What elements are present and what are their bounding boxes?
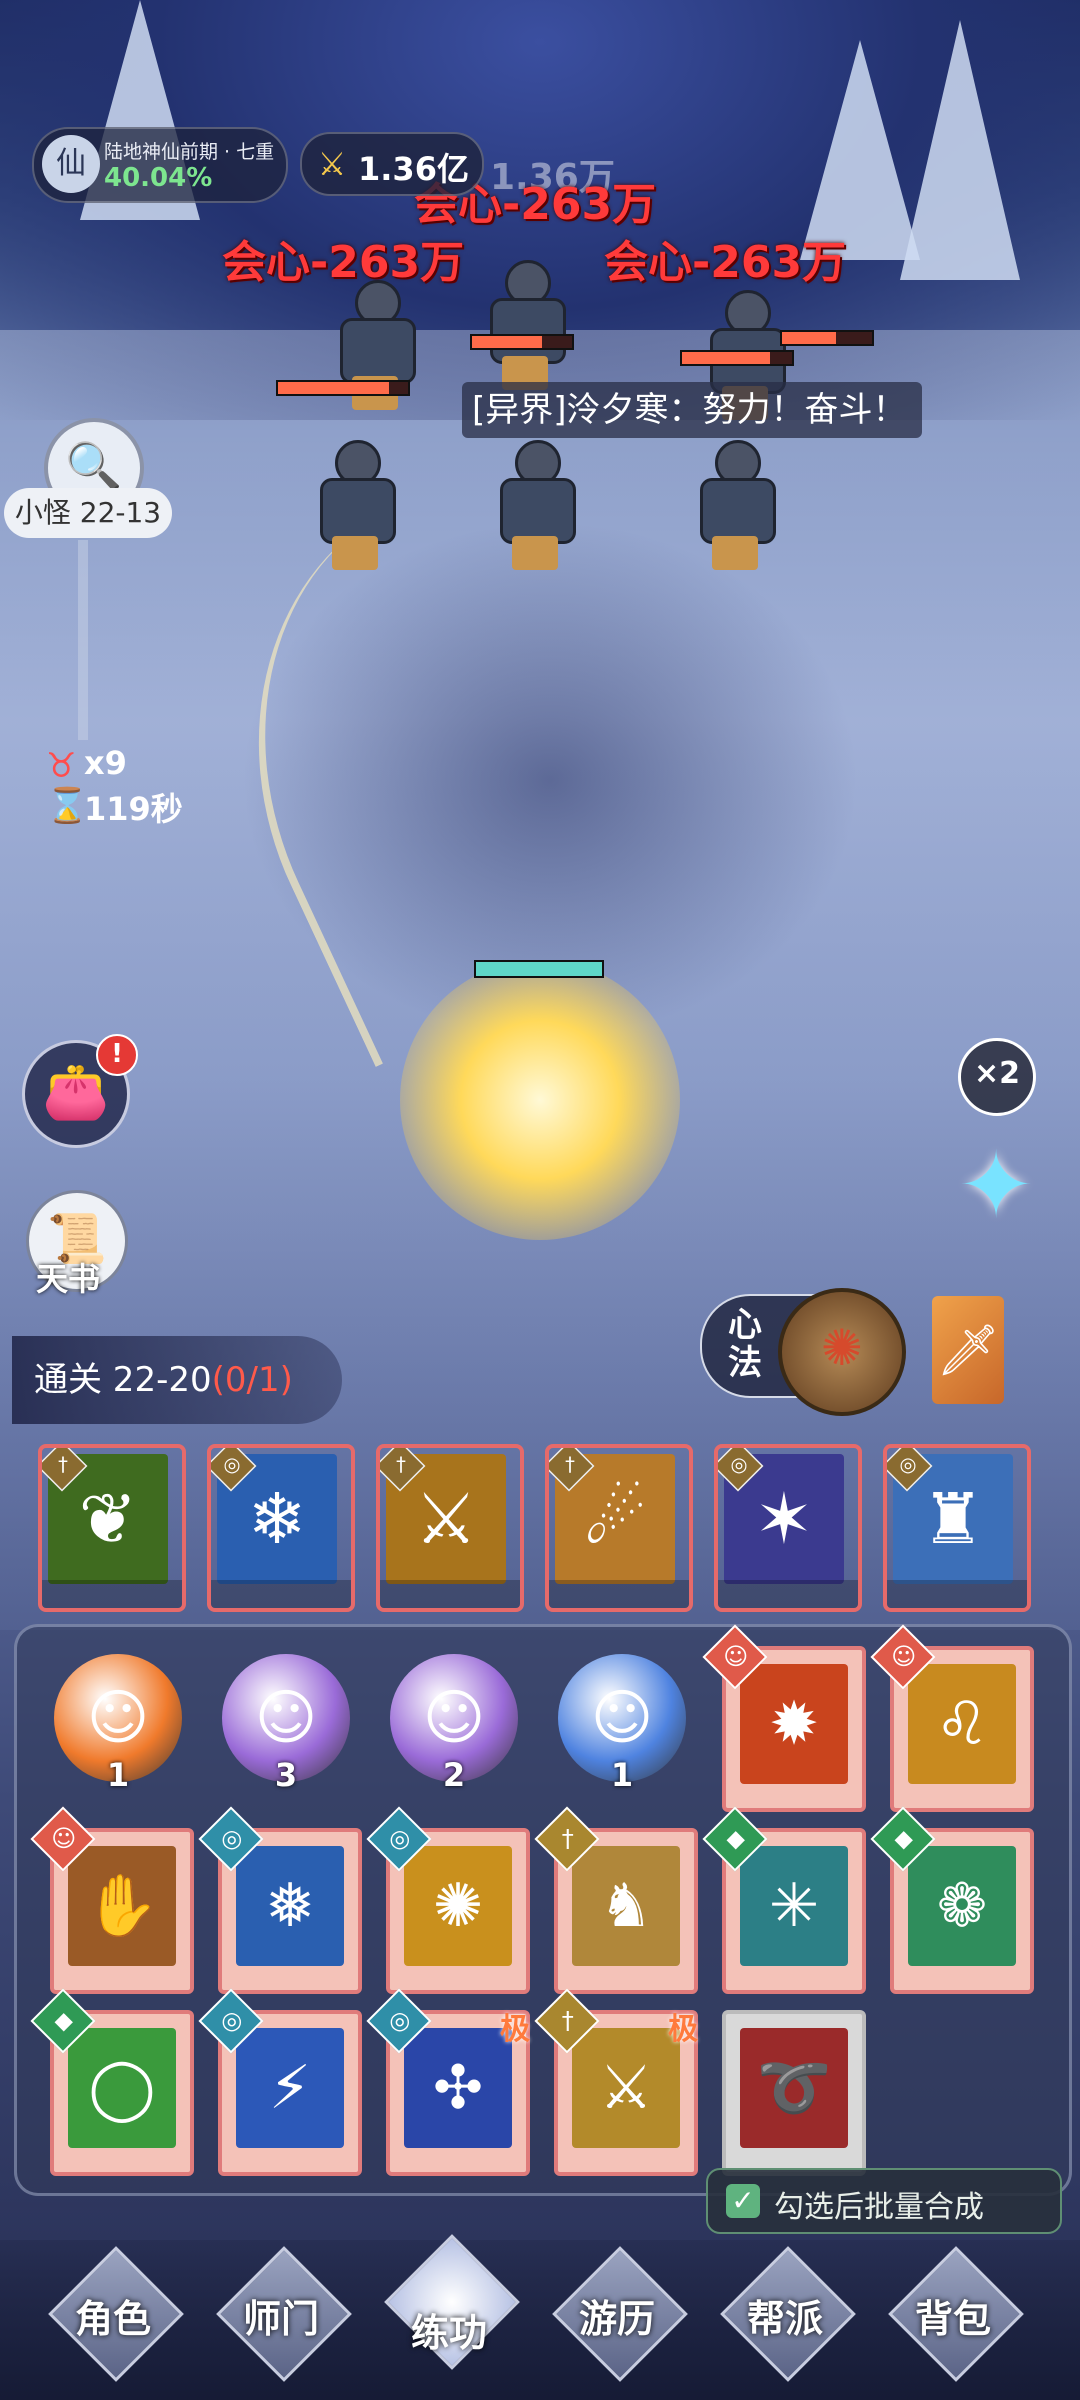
equipped-skill-card[interactable]: ♜ ◎ — [883, 1444, 1031, 1612]
snowy-pine-tree — [900, 20, 1020, 280]
lightning-palm-icon: ⚡ — [236, 2028, 344, 2148]
batch-merge-label: 勾选后批量合成 — [774, 2190, 984, 2225]
nav-tab-label: 帮派 — [746, 2297, 823, 2341]
skill-level-pips — [549, 1580, 689, 1608]
nav-tab-label: 角色 — [74, 2297, 151, 2341]
combat-power-value: 1.36亿 — [358, 150, 469, 188]
equipped-skill-card[interactable]: ❦ † — [38, 1444, 186, 1612]
nav-tab[interactable]: 练功 — [374, 2224, 524, 2374]
jade-spikes-icon: ✳ — [740, 1846, 848, 1966]
enemy-hp-bar — [780, 330, 874, 346]
enemy-hp-bar — [680, 350, 794, 366]
enemy-soldier[interactable] — [690, 440, 780, 570]
jade-ring-icon: ◯ — [68, 2028, 176, 2148]
skill-level-pips — [887, 1580, 1027, 1608]
stage-clear-count: (0/1) — [211, 1360, 293, 1400]
orb-count: 1 — [610, 1756, 634, 1794]
skill-level-pips — [718, 1580, 858, 1608]
kill-count: x9 — [84, 744, 127, 782]
skill-card[interactable]: ✋ ☺ — [30, 1806, 194, 1994]
stage-track — [78, 540, 88, 740]
nav-tab-label: 练功 — [410, 2311, 487, 2355]
skill-card[interactable]: ✺ ◎ — [366, 1806, 530, 1994]
skill-card[interactable]: ❅ ◎ — [198, 1806, 362, 1994]
chat-bubble: [异界]泠夕寒：努力！奋斗！ — [462, 382, 922, 438]
crit-damage-text: 会心-263万 — [222, 237, 465, 288]
xinfa-label: 心法 — [728, 1305, 762, 1383]
hourglass-icon: ⌛ — [46, 786, 89, 826]
flame-slash-icon: ✹ — [740, 1664, 848, 1784]
equipped-skill-card[interactable]: ☄ † — [545, 1444, 693, 1612]
extreme-tag: 极 — [668, 2012, 698, 2047]
heavenly-book-label: 天书 — [36, 1260, 101, 1298]
orb-count: 3 — [274, 1756, 298, 1794]
nav-tab[interactable]: 背包 — [878, 2236, 1028, 2386]
bull-head-icon: ♉ — [46, 746, 77, 786]
star-crystal-icon[interactable]: ✦ — [946, 1136, 1046, 1236]
crossed-swords-icon: ⚔ — [317, 145, 347, 183]
speed-toggle-button[interactable]: ×2 — [958, 1038, 1036, 1116]
skill-card[interactable]: ⚔ † 极 — [534, 1988, 698, 2176]
skill-level-pips — [380, 1580, 520, 1608]
nav-tab[interactable]: 游历 — [542, 2236, 692, 2386]
enemy-soldier[interactable] — [480, 260, 570, 390]
equipped-skill-card[interactable]: ⚔ † — [376, 1444, 524, 1612]
skill-card[interactable]: ♞ † — [534, 1806, 698, 1994]
nav-tab[interactable]: 师门 — [206, 2236, 356, 2386]
combat-power-panel[interactable]: ⚔ 1.36亿 — [300, 132, 484, 196]
nav-tab-label: 游历 — [578, 2297, 655, 2341]
skill-card[interactable]: ➰ — [722, 2010, 866, 2176]
golden-swords-icon: ⚔ — [572, 2028, 680, 2148]
jade-fan-icon: ❁ — [908, 1846, 1016, 1966]
golden-lion-icon: ♌ — [908, 1664, 1016, 1784]
realm-progress-percent: 40.04% — [104, 163, 213, 193]
extreme-tag: 极 — [500, 2012, 530, 2047]
ice-shards-icon: ❅ — [236, 1846, 344, 1966]
skill-card[interactable]: ⚡ ◎ — [198, 1988, 362, 2176]
stage-clear-label: 通关 22-20 — [34, 1360, 212, 1400]
skill-card[interactable]: ✳ ◆ — [702, 1806, 866, 1994]
enemy-hp-bar — [470, 334, 574, 350]
nav-tab-label: 背包 — [914, 2297, 991, 2341]
skill-card[interactable]: ◯ ◆ — [30, 1988, 194, 2176]
skill-card[interactable]: ♌ ☺ — [870, 1624, 1034, 1812]
many-palms-icon: ✋ — [68, 1846, 176, 1966]
immortal-avatar-icon: 仙 — [42, 135, 100, 193]
dagger-icon[interactable]: 🗡 — [932, 1296, 1004, 1404]
golden-phoenix-icon: ✺ — [404, 1846, 512, 1966]
battle-timer: 119秒 — [84, 790, 183, 828]
nav-tab-label: 师门 — [242, 2297, 319, 2341]
stage-clear-progress: 通关 22-20(0/1) — [12, 1336, 342, 1424]
skill-level-pips — [211, 1580, 351, 1608]
skill-card[interactable]: ✣ ◎ 极 — [366, 1988, 530, 2176]
equipped-skill-card[interactable]: ✶ ◎ — [714, 1444, 862, 1612]
gift-bag-icon: 👛 — [42, 1060, 110, 1123]
dancing-warriors-icon: ♞ — [572, 1846, 680, 1966]
skill-level-pips — [42, 1580, 182, 1608]
enemy-hp-bar — [276, 380, 410, 396]
stage-tag[interactable]: 小怪 22-13 — [4, 488, 172, 538]
xinfa-orb-icon[interactable]: ✺ — [778, 1288, 906, 1416]
realm-title: 陆地神仙前期 · 七重 — [104, 141, 275, 163]
nav-tab[interactable]: 角色 — [38, 2236, 188, 2386]
orb-count: 2 — [442, 1756, 466, 1794]
skill-card[interactable]: ❁ ◆ — [870, 1806, 1034, 1994]
player-hp-bar — [474, 960, 604, 978]
orb-count: 1 — [106, 1756, 130, 1794]
realm-panel[interactable]: 仙 陆地神仙前期 · 七重 40.04% — [32, 127, 288, 203]
nav-tab[interactable]: 帮派 — [710, 2236, 860, 2386]
enemy-soldier[interactable] — [490, 440, 580, 570]
alert-badge: ! — [96, 1034, 138, 1076]
frost-claw-icon: ✣ — [404, 2028, 512, 2148]
checkbox-checked-icon[interactable]: ✓ — [726, 2184, 760, 2218]
skill-card[interactable]: ✹ ☺ — [702, 1624, 866, 1812]
player-character — [400, 960, 680, 1240]
equipped-skill-card[interactable]: ❄ ◎ — [207, 1444, 355, 1612]
crit-damage-text: 会心-263万 — [604, 237, 847, 288]
crimson-swirl-icon: ➰ — [740, 2028, 848, 2148]
batch-merge-toggle[interactable]: ✓ 勾选后批量合成 — [706, 2168, 1062, 2234]
enemy-soldier[interactable] — [310, 440, 400, 570]
